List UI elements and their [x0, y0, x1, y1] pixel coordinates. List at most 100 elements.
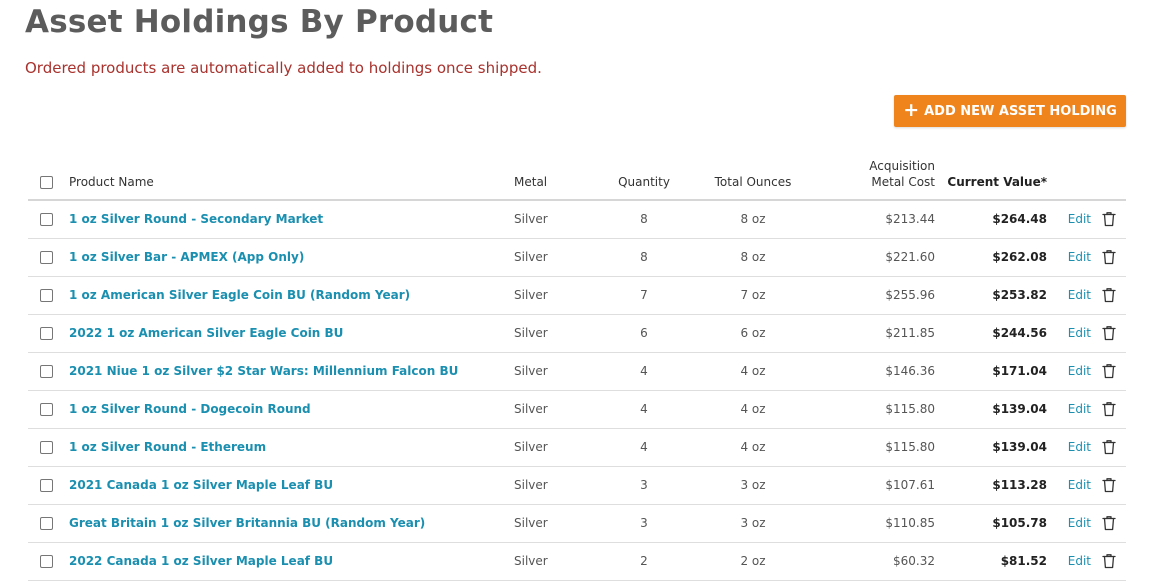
- product-link[interactable]: 1 oz Silver Round - Dogecoin Round: [69, 402, 311, 416]
- trash-icon[interactable]: [1102, 211, 1116, 227]
- row-checkbox[interactable]: [40, 289, 53, 302]
- row-select-cell: [28, 238, 69, 277]
- trash-icon[interactable]: [1102, 401, 1116, 417]
- product-link[interactable]: 1 oz Silver Round - Ethereum: [69, 440, 266, 454]
- trash-icon[interactable]: [1102, 477, 1116, 493]
- acquisition-cost-cell: $110.85: [806, 504, 935, 543]
- quantity-cell: 3: [588, 466, 700, 505]
- row-select-cell: [28, 276, 69, 315]
- total-ounces-cell: 6 oz: [700, 314, 806, 353]
- edit-cell: Edit: [1047, 542, 1091, 581]
- header-acquisition-cost-line1: Acquisition: [869, 159, 935, 173]
- edit-cell: Edit: [1047, 428, 1091, 467]
- trash-icon[interactable]: [1102, 325, 1116, 341]
- metal-cell: Silver: [514, 466, 588, 505]
- quantity-cell: 8: [588, 200, 700, 239]
- total-ounces-cell: 4 oz: [700, 352, 806, 391]
- row-checkbox[interactable]: [40, 403, 53, 416]
- table-row: 2021 Niue 1 oz Silver $2 Star Wars: Mill…: [28, 352, 1126, 391]
- select-all-checkbox[interactable]: [40, 176, 53, 189]
- product-link[interactable]: Great Britain 1 oz Silver Britannia BU (…: [69, 516, 425, 530]
- product-link[interactable]: 1 oz Silver Round - Secondary Market: [69, 212, 323, 226]
- delete-cell: [1091, 238, 1126, 277]
- row-checkbox[interactable]: [40, 479, 53, 492]
- product-name-cell: Great Britain 1 oz Silver Britannia BU (…: [69, 504, 514, 543]
- trash-icon[interactable]: [1102, 553, 1116, 569]
- acquisition-cost-cell: $255.96: [806, 276, 935, 315]
- quantity-cell: 3: [588, 504, 700, 543]
- header-current-value[interactable]: Current Value*: [935, 152, 1047, 201]
- edit-link[interactable]: Edit: [1068, 364, 1091, 378]
- product-name-cell: 2022 1 oz American Silver Eagle Coin BU: [69, 314, 514, 353]
- trash-icon[interactable]: [1102, 249, 1116, 265]
- edit-link[interactable]: Edit: [1068, 288, 1091, 302]
- metal-cell: Silver: [514, 238, 588, 277]
- quantity-cell: 4: [588, 352, 700, 391]
- header-metal[interactable]: Metal: [514, 152, 588, 201]
- product-link[interactable]: 2021 Canada 1 oz Silver Maple Leaf BU: [69, 478, 333, 492]
- delete-cell: [1091, 390, 1126, 429]
- product-link[interactable]: 1 oz Silver Bar - APMEX (App Only): [69, 250, 304, 264]
- row-checkbox[interactable]: [40, 441, 53, 454]
- shipping-notice: Ordered products are automatically added…: [25, 59, 542, 77]
- product-name-cell: 2021 Niue 1 oz Silver $2 Star Wars: Mill…: [69, 352, 514, 391]
- row-checkbox[interactable]: [40, 251, 53, 264]
- add-asset-holding-label: ADD NEW ASSET HOLDING: [924, 103, 1117, 119]
- product-link[interactable]: 2022 Canada 1 oz Silver Maple Leaf BU: [69, 554, 333, 568]
- total-ounces-cell: 2 oz: [700, 542, 806, 581]
- quantity-cell: 2: [588, 542, 700, 581]
- edit-link[interactable]: Edit: [1068, 402, 1091, 416]
- trash-icon[interactable]: [1102, 515, 1116, 531]
- edit-link[interactable]: Edit: [1068, 516, 1091, 530]
- current-value-cell: $253.82: [935, 276, 1047, 315]
- edit-link[interactable]: Edit: [1068, 326, 1091, 340]
- total-ounces-cell: 8 oz: [700, 200, 806, 239]
- add-asset-holding-button[interactable]: + ADD NEW ASSET HOLDING: [894, 95, 1126, 127]
- edit-cell: Edit: [1047, 314, 1091, 353]
- holdings-table: Product Name Metal Quantity Total Ounces…: [28, 152, 1126, 581]
- table-row: 1 oz American Silver Eagle Coin BU (Rand…: [28, 276, 1126, 315]
- header-quantity[interactable]: Quantity: [588, 152, 700, 201]
- quantity-cell: 6: [588, 314, 700, 353]
- edit-link[interactable]: Edit: [1068, 440, 1091, 454]
- trash-icon[interactable]: [1102, 363, 1116, 379]
- delete-cell: [1091, 428, 1126, 467]
- edit-cell: Edit: [1047, 390, 1091, 429]
- edit-link[interactable]: Edit: [1068, 478, 1091, 492]
- product-name-cell: 2021 Canada 1 oz Silver Maple Leaf BU: [69, 466, 514, 505]
- row-checkbox[interactable]: [40, 213, 53, 227]
- header-acquisition-cost[interactable]: Acquisition Metal Cost: [806, 152, 935, 201]
- current-value-cell: $171.04: [935, 352, 1047, 391]
- current-value-cell: $139.04: [935, 390, 1047, 429]
- row-checkbox[interactable]: [40, 555, 53, 568]
- product-link[interactable]: 2022 1 oz American Silver Eagle Coin BU: [69, 326, 343, 340]
- row-checkbox[interactable]: [40, 365, 53, 378]
- edit-link[interactable]: Edit: [1068, 250, 1091, 264]
- row-checkbox[interactable]: [40, 517, 53, 530]
- total-ounces-cell: 3 oz: [700, 466, 806, 505]
- quantity-cell: 8: [588, 238, 700, 277]
- acquisition-cost-cell: $115.80: [806, 428, 935, 467]
- edit-cell: Edit: [1047, 504, 1091, 543]
- product-link[interactable]: 2021 Niue 1 oz Silver $2 Star Wars: Mill…: [69, 364, 458, 378]
- delete-cell: [1091, 276, 1126, 315]
- product-name-cell: 1 oz Silver Round - Dogecoin Round: [69, 390, 514, 429]
- product-name-cell: 1 oz American Silver Eagle Coin BU (Rand…: [69, 276, 514, 315]
- current-value-cell: $105.78: [935, 504, 1047, 543]
- trash-icon[interactable]: [1102, 287, 1116, 303]
- delete-cell: [1091, 542, 1126, 581]
- header-product-name[interactable]: Product Name: [69, 152, 514, 201]
- row-checkbox[interactable]: [40, 327, 53, 340]
- delete-cell: [1091, 466, 1126, 505]
- edit-link[interactable]: Edit: [1068, 212, 1091, 226]
- edit-cell: Edit: [1047, 352, 1091, 391]
- acquisition-cost-cell: $107.61: [806, 466, 935, 505]
- table-row: 1 oz Silver Round - Ethereum Silver 4 4 oz $…: [28, 428, 1126, 467]
- trash-icon[interactable]: [1102, 439, 1116, 455]
- page-title: Asset Holdings By Product: [25, 4, 494, 40]
- header-total-ounces[interactable]: Total Ounces: [700, 152, 806, 201]
- current-value-cell: $139.04: [935, 428, 1047, 467]
- edit-link[interactable]: Edit: [1068, 554, 1091, 568]
- product-link[interactable]: 1 oz American Silver Eagle Coin BU (Rand…: [69, 288, 410, 302]
- row-select-cell: [28, 466, 69, 505]
